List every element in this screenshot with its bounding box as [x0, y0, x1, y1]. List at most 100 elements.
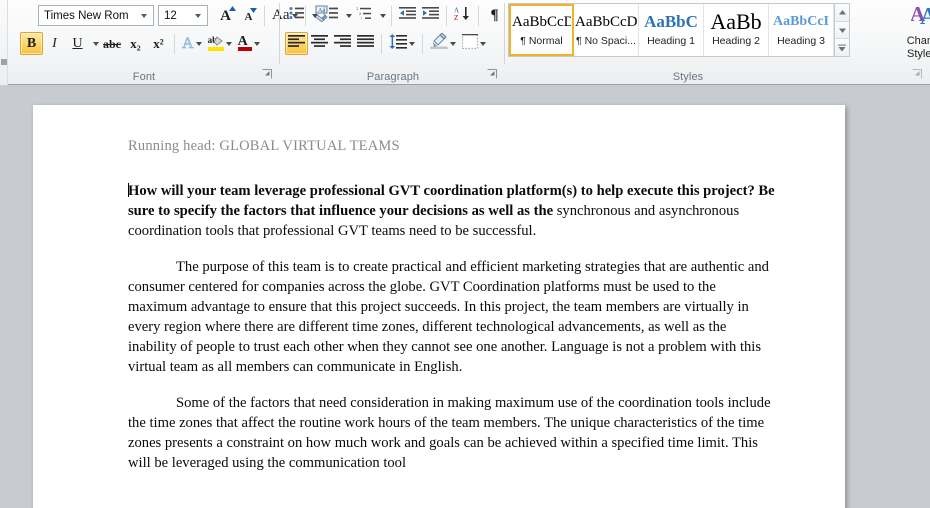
- styles-scroll-down-button[interactable]: [835, 21, 849, 40]
- align-left-button[interactable]: [285, 32, 308, 55]
- style-preview-heading-2: AaBb: [710, 12, 762, 32]
- font-group-row-2: B I U abc x₂ x² A ab A: [20, 32, 263, 55]
- subscript-icon: x₂: [130, 36, 141, 51]
- increase-indent-icon: [422, 6, 439, 25]
- svg-text:i: i: [361, 16, 362, 21]
- style-name-normal: ¶ Normal: [520, 35, 563, 47]
- bold-button[interactable]: B: [20, 32, 43, 55]
- pilcrow-icon: ¶: [490, 7, 499, 23]
- style-item-heading-3[interactable]: AaBbCcI Heading 3: [769, 4, 834, 56]
- shrink-font-button[interactable]: A: [237, 4, 260, 27]
- show-formatting-marks-button[interactable]: ¶: [483, 4, 506, 27]
- style-name-heading-1: Heading 1: [647, 35, 695, 47]
- text-effects-button[interactable]: A: [179, 32, 205, 55]
- borders-icon: [462, 33, 478, 54]
- shrink-font-icon: A: [245, 7, 258, 25]
- shading-button[interactable]: [427, 32, 459, 55]
- document-page-content: Running head: GLOBAL VIRTUAL TEAMS How w…: [33, 105, 845, 473]
- underline-icon: U: [72, 35, 83, 51]
- sort-button[interactable]: A Z: [451, 4, 474, 27]
- align-left-icon: [288, 34, 305, 53]
- styles-more-button[interactable]: [835, 39, 849, 57]
- text-highlight-color-button[interactable]: ab: [205, 32, 235, 55]
- bullets-dropdown-button[interactable]: [308, 4, 319, 27]
- italic-icon: I: [52, 35, 57, 51]
- style-item-heading-1[interactable]: AaBbC Heading 1: [639, 4, 704, 56]
- strikethrough-icon: abc: [103, 36, 121, 51]
- word-application-window: Times New Rom 12 A A Aa Aa B I U abc x₂ …: [0, 0, 930, 508]
- style-preview-heading-3: AaBbCcI: [772, 14, 829, 29]
- styles-gallery-scrollbar[interactable]: [834, 4, 849, 57]
- paragraph-group-separator: [504, 3, 505, 64]
- font-name-input[interactable]: Times New Rom: [38, 5, 154, 26]
- bullets-button[interactable]: [285, 4, 308, 27]
- underline-dropdown-button[interactable]: [89, 32, 100, 55]
- multilevel-list-dropdown-button[interactable]: [376, 4, 387, 27]
- font-size-input[interactable]: 12: [158, 5, 208, 26]
- numbering-button[interactable]: 1 2 3: [319, 4, 342, 27]
- shading-icon: [430, 32, 448, 54]
- increase-indent-button[interactable]: [419, 4, 442, 27]
- italic-button[interactable]: I: [43, 32, 66, 55]
- justify-icon: [357, 34, 374, 53]
- grow-font-button[interactable]: A: [214, 4, 237, 27]
- ribbon-groups: Times New Rom 12 A A Aa Aa B I U abc x₂ …: [0, 0, 930, 85]
- align-center-button[interactable]: [308, 32, 331, 55]
- paragraph-dialog-launcher[interactable]: [487, 69, 499, 81]
- style-item-no-spacing[interactable]: AaBbCcDc ¶ No Spaci...: [574, 4, 639, 56]
- style-preview-no-spacing: AaBbCcDc: [575, 14, 637, 30]
- borders-button[interactable]: [459, 32, 489, 55]
- font-group-separator: [279, 3, 280, 64]
- decrease-indent-icon: [399, 6, 416, 25]
- document-paragraph-factors[interactable]: Some of the factors that need considerat…: [128, 393, 775, 473]
- highlight-icon: ab: [207, 35, 224, 52]
- multilevel-list-button[interactable]: 1 a i: [353, 4, 376, 27]
- paragraph-row1-divider: [391, 5, 392, 26]
- font-color-icon: A: [237, 34, 252, 52]
- align-center-icon: [311, 34, 328, 53]
- style-item-normal[interactable]: AaBbCcDc ¶ Normal: [509, 4, 574, 56]
- document-paragraph-prompt[interactable]: How will your team leverage professional…: [128, 181, 775, 241]
- style-preview-normal: AaBbCcDc: [512, 14, 571, 30]
- decrease-indent-button[interactable]: [396, 4, 419, 27]
- font-color-button[interactable]: A: [235, 32, 263, 55]
- justify-button[interactable]: [354, 32, 377, 55]
- subscript-button[interactable]: x₂: [124, 32, 147, 55]
- style-preview-heading-1: AaBbC: [644, 12, 698, 31]
- text-effects-icon: A: [182, 34, 194, 52]
- purpose-text: The purpose of this team is to create pr…: [128, 259, 769, 375]
- align-right-button[interactable]: [331, 32, 354, 55]
- ribbon-group-font: Times New Rom 12 A A Aa Aa B I U abc x₂ …: [8, 0, 328, 84]
- underline-button[interactable]: U: [66, 32, 89, 55]
- font-dialog-launcher[interactable]: [262, 69, 274, 81]
- multilevel-list-icon: 1 a i: [356, 6, 373, 25]
- numbering-dropdown-button[interactable]: [342, 4, 353, 27]
- paragraph-row2-divider-2: [422, 33, 423, 54]
- change-styles-label-line2: Styles: [907, 48, 930, 61]
- paragraph-group-row-2: [285, 32, 489, 55]
- line-spacing-icon: [389, 33, 407, 54]
- paragraph-row1-divider-2: [446, 5, 447, 26]
- numbering-icon: 1 2 3: [323, 6, 339, 25]
- bullets-icon: [289, 6, 305, 25]
- styles-gallery[interactable]: AaBbCcDc ¶ Normal AaBbCcDc ¶ No Spaci...…: [508, 3, 850, 57]
- document-canvas[interactable]: Running head: GLOBAL VIRTUAL TEAMS How w…: [0, 85, 930, 508]
- font-size-dropdown-icon[interactable]: [191, 6, 204, 25]
- change-styles-button[interactable]: A A Change Styles: [896, 2, 930, 61]
- strikethrough-button[interactable]: abc: [100, 32, 124, 55]
- font-row1-divider: [264, 5, 265, 26]
- svg-text:A: A: [920, 4, 930, 30]
- document-paragraph-purpose[interactable]: The purpose of this team is to create pr…: [128, 257, 775, 377]
- paragraph-row2-divider: [381, 33, 382, 54]
- change-styles-icon: A A: [910, 2, 930, 35]
- styles-dialog-launcher[interactable]: [912, 69, 924, 81]
- document-page[interactable]: Running head: GLOBAL VIRTUAL TEAMS How w…: [33, 105, 845, 508]
- styles-scroll-up-button[interactable]: [835, 4, 849, 22]
- superscript-icon: x²: [153, 36, 164, 51]
- font-size-value: 12: [164, 9, 177, 22]
- font-name-dropdown-icon[interactable]: [137, 6, 150, 25]
- change-styles-label-line2-text: Styles: [907, 48, 930, 60]
- superscript-button[interactable]: x²: [147, 32, 170, 55]
- line-spacing-button[interactable]: [386, 32, 418, 55]
- style-item-heading-2[interactable]: AaBb Heading 2: [704, 4, 769, 56]
